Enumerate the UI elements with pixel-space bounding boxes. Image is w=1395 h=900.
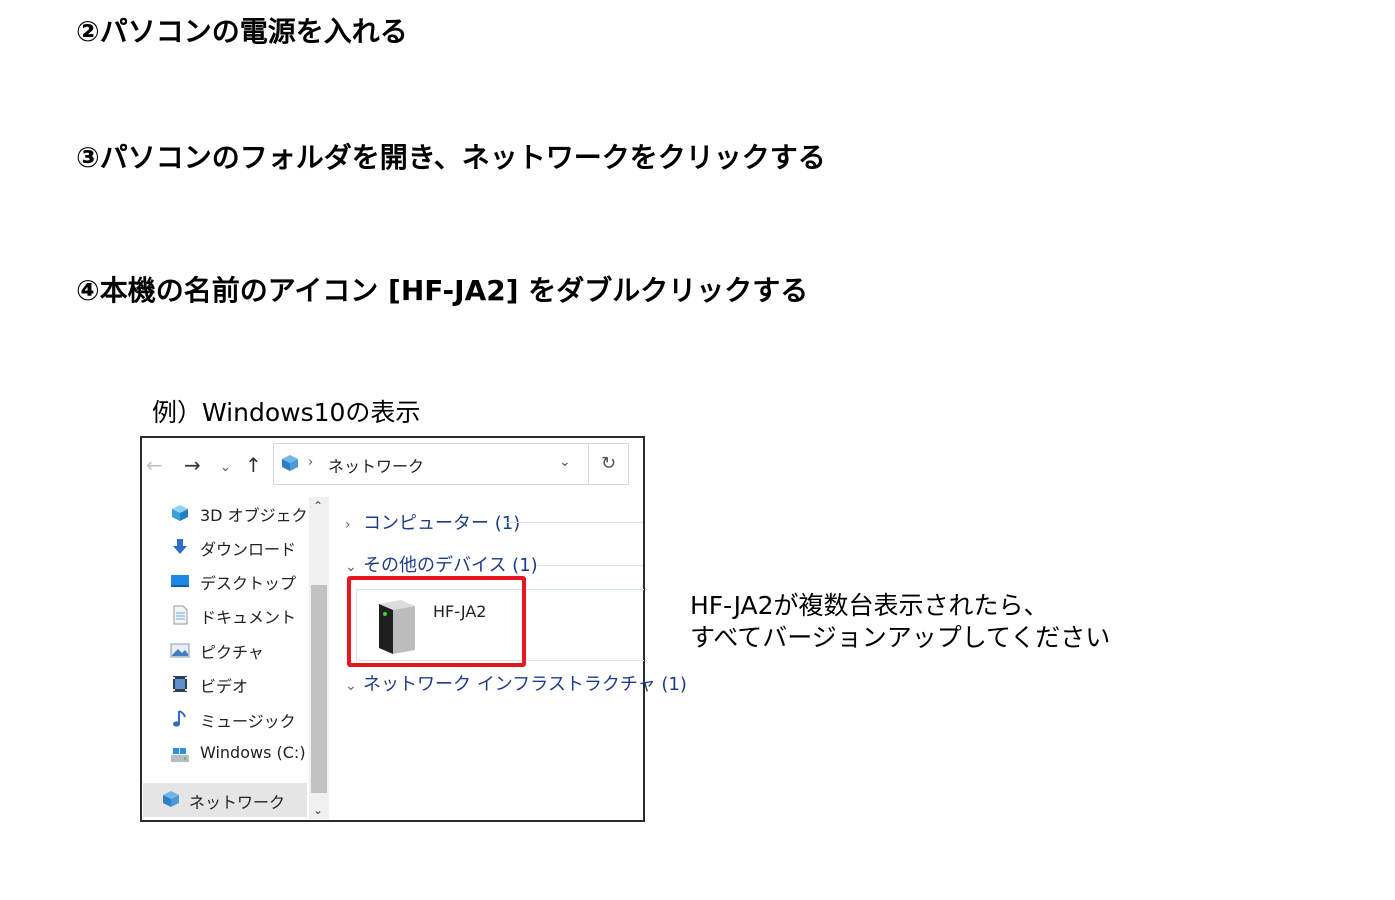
nav-item-3d-objects[interactable]: 3D オブジェクト [170, 498, 324, 528]
group-label: コンピューター (1) [363, 513, 521, 534]
network-icon [282, 455, 298, 471]
desktop-icon [171, 575, 189, 587]
group-network-infrastructure[interactable]: ⌄ ネットワーク インフラストラクチャ (1) [345, 670, 687, 698]
nav-item-network[interactable]: ネットワーク [143, 783, 307, 817]
breadcrumb-separator: › [308, 455, 314, 470]
forward-arrow-icon[interactable]: → [184, 453, 201, 477]
pictures-icon [170, 643, 190, 658]
group-label: その他のデバイス (1) [363, 555, 538, 576]
chevron-down-icon: ⌄ [345, 678, 357, 694]
nav-item-label: デスクトップ [200, 574, 297, 593]
example-label: 例）Windows10の表示 [152, 398, 421, 427]
nav-item-videos[interactable]: ビデオ [170, 669, 310, 699]
scroll-down-icon[interactable]: ⌄ [313, 803, 323, 817]
step-3-instruction: ③パソコンのフォルダを開き、ネットワークをクリックする [76, 141, 826, 174]
nav-item-label: Windows (C:) [200, 743, 306, 762]
nav-item-windows-c[interactable]: Windows (C:) [170, 739, 310, 769]
nav-item-downloads[interactable]: ダウンロード [170, 532, 310, 562]
music-icon [173, 710, 186, 727]
note-line-2: すべてバージョンアップしてください [690, 623, 1111, 652]
nav-item-label: ビデオ [200, 677, 249, 696]
nav-item-label: ダウンロード [200, 540, 297, 559]
recent-locations-chevron-icon[interactable]: ⌄ [220, 456, 231, 480]
nav-item-label: 3D オブジェクト [200, 506, 324, 525]
network-icon [163, 791, 179, 807]
group-other-devices[interactable]: ⌄ その他のデバイス (1) [345, 551, 538, 579]
refresh-button[interactable]: ↻ [588, 443, 629, 485]
scrollbar-thumb[interactable] [311, 585, 327, 793]
group-label: ネットワーク インフラストラクチャ (1) [363, 674, 687, 695]
scroll-up-icon[interactable]: ⌃ [313, 499, 323, 513]
group-divider [505, 522, 643, 523]
address-bar[interactable]: › ネットワーク ⌄ [273, 443, 589, 485]
refresh-icon: ↻ [601, 453, 617, 474]
documents-icon [173, 605, 188, 625]
nav-item-label: ピクチャ [200, 643, 264, 662]
download-icon [173, 539, 187, 554]
nav-item-label: ネットワーク [189, 793, 286, 812]
highlight-box [347, 576, 526, 667]
videos-icon [173, 676, 187, 692]
drive-icon [171, 748, 189, 762]
back-arrow-icon[interactable]: ← [146, 453, 163, 477]
nav-item-label: ミュージック [200, 712, 296, 731]
note-line-1: HF-JA2が複数台表示されたら、 [690, 591, 1049, 620]
nav-item-documents[interactable]: ドキュメント [170, 600, 310, 630]
step-2-instruction: ②パソコンの電源を入れる [76, 15, 408, 48]
nav-item-music[interactable]: ミュージック [170, 704, 310, 734]
chevron-right-icon: › [345, 517, 351, 533]
nav-item-desktop[interactable]: デスクトップ [170, 566, 310, 596]
group-computer[interactable]: › コンピューター (1) [345, 509, 520, 537]
note-text: HF-JA2が複数台表示されたら、 すべてバージョンアップしてください [690, 590, 1110, 654]
address-dropdown-icon[interactable]: ⌄ [559, 454, 571, 470]
address-path[interactable]: ネットワーク [328, 453, 424, 477]
nav-pane-scrollbar[interactable]: ⌃ ⌄ [309, 497, 329, 819]
chevron-down-icon: ⌄ [345, 559, 357, 575]
3d-objects-icon [172, 505, 188, 521]
group-divider [537, 565, 643, 566]
nav-item-pictures[interactable]: ピクチャ [170, 635, 310, 665]
step-4-instruction: ④本機の名前のアイコン [HF-JA2] をダブルクリックする [76, 274, 809, 307]
up-arrow-icon[interactable]: ↑ [245, 453, 262, 477]
nav-item-label: ドキュメント [200, 608, 297, 627]
